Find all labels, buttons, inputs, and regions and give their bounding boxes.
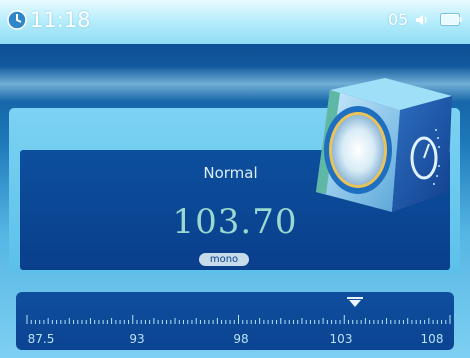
scale-label-103: 103 xyxy=(329,332,353,346)
scale-label-87-5: 87.5 xyxy=(27,332,55,346)
scale-ticks xyxy=(26,315,451,324)
tuning-pointer-icon[interactable] xyxy=(347,297,363,307)
scale-label-108: 108 xyxy=(420,332,444,346)
scale-label-93: 93 xyxy=(129,332,145,346)
scale-label-98: 98 xyxy=(233,332,249,346)
